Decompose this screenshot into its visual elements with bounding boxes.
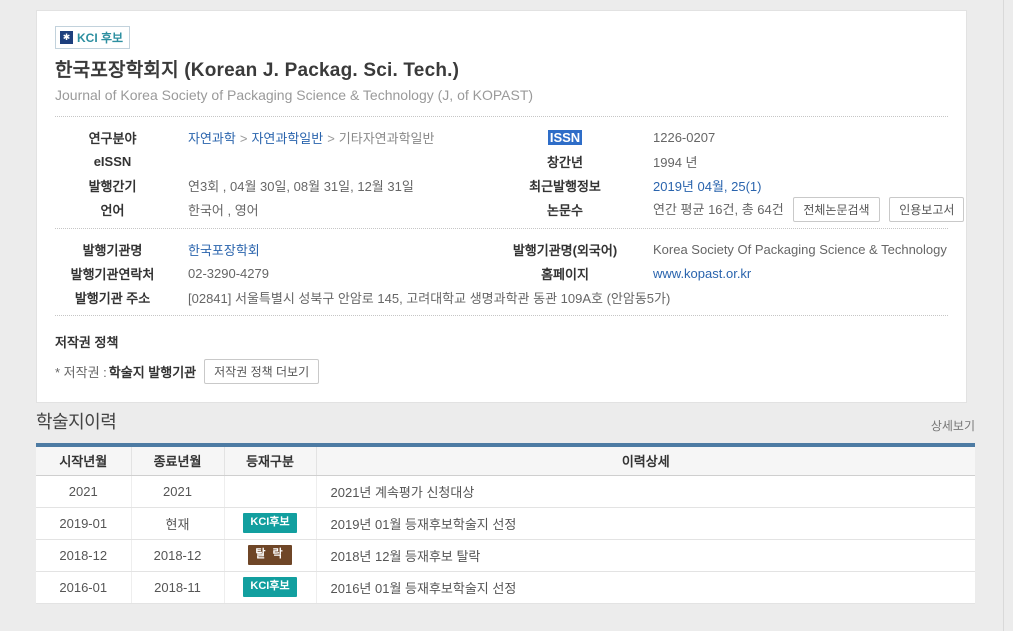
col-header-end: 종료년월 — [131, 445, 224, 475]
history-start: 2019-01 — [36, 507, 131, 539]
col-header-grade: 등재구분 — [224, 445, 316, 475]
research-field-value: 자연과학>자연과학일반>기타자연과학일반 — [170, 128, 495, 147]
copyright-policy-heading: 저작권 정책 — [55, 332, 948, 351]
history-row: 2018-12 2018-12 탈 락 2018년 12월 등재후보 탈락 — [36, 539, 975, 571]
journal-history-section: 학술지이력 상세보기 시작년월 종료년월 등재구분 이력상세 2021 2021… — [36, 408, 975, 604]
homepage-link[interactable]: www.kopast.or.kr — [653, 266, 751, 281]
article-count-text: 연간 평균 16건, 총 64건 — [653, 202, 784, 217]
history-detail: 2018년 12월 등재후보 탈락 — [316, 539, 975, 571]
recent-pub-link[interactable]: 2019년 04월, 25(1) — [653, 179, 761, 194]
kci-logo-icon: ✱ — [60, 31, 73, 44]
language-label: 언어 — [55, 200, 170, 219]
history-end: 현재 — [131, 507, 224, 539]
copyright-prefix: * 저작권 : — [55, 362, 107, 381]
divider-top — [55, 116, 948, 117]
research-field-link-2[interactable]: 자연과학일반 — [251, 131, 323, 146]
page-right-divider — [1003, 0, 1004, 631]
first-year-value: 1994 년 — [635, 152, 948, 171]
issn-label: ISSN — [495, 130, 635, 145]
publisher-label: 발행기관명 — [55, 240, 170, 259]
publisher-value: 한국포장학회 — [170, 240, 495, 259]
publisher-foreign-label: 발행기관명(외국어) — [495, 240, 635, 259]
recent-pub-value: 2019년 04월, 25(1) — [635, 176, 948, 195]
first-year-label: 창간년 — [495, 152, 635, 171]
history-detail: 2019년 01월 등재후보학술지 선정 — [316, 507, 975, 539]
row-research-field-issn: 연구분야 자연과학>자연과학일반>기타자연과학일반 ISSN 1226-0207 — [55, 125, 948, 149]
article-count-label: 논문수 — [495, 200, 635, 219]
row-eissn-firstyear: eISSN 창간년 1994 년 — [55, 149, 948, 173]
copyright-holder: 학술지 발행기관 — [109, 362, 196, 381]
col-header-start: 시작년월 — [36, 445, 131, 475]
row-address: 발행기관 주소 [02841] 서울특별시 성북구 안암로 145, 고려대학교… — [55, 285, 948, 309]
col-header-detail: 이력상세 — [316, 445, 975, 475]
publisher-link[interactable]: 한국포장학회 — [188, 243, 260, 258]
history-row: 2021 2021 2021년 계속평가 신청대상 — [36, 475, 975, 507]
history-grade: 탈 락 — [224, 539, 316, 571]
breadcrumb-separator: > — [327, 131, 335, 146]
history-header-row: 시작년월 종료년월 등재구분 이력상세 — [36, 445, 975, 475]
pub-interval-label: 발행간기 — [55, 176, 170, 195]
journal-info-card: ✱ KCI 후보 한국포장학회지 (Korean J. Packag. Sci.… — [36, 10, 967, 403]
row-publisher: 발행기관명 한국포장학회 발행기관명(외국어) Korea Society Of… — [55, 237, 948, 261]
history-grade: KCI후보 — [224, 571, 316, 603]
row-interval-recentpub: 발행간기 연3회 , 04월 30일, 08월 31일, 12월 31일 최근발… — [55, 173, 948, 197]
breadcrumb-separator: > — [240, 131, 248, 146]
kci-candidate-badge: ✱ KCI 후보 — [55, 26, 130, 49]
history-table: 시작년월 종료년월 등재구분 이력상세 2021 2021 2021년 계속평가… — [36, 443, 975, 604]
history-end: 2018-12 — [131, 539, 224, 571]
publisher-contact-label: 발행기관연락처 — [55, 264, 170, 283]
history-row: 2016-01 2018-11 KCI후보 2016년 01월 등재후보학술지 … — [36, 571, 975, 603]
issn-label-selected-text: ISSN — [548, 130, 582, 145]
divider-mid — [55, 228, 948, 229]
publisher-address-value: [02841] 서울특별시 성북구 안암로 145, 고려대학교 생명과학관 동… — [170, 288, 948, 307]
publisher-foreign-value: Korea Society Of Packaging Science & Tec… — [635, 242, 948, 257]
homepage-value: www.kopast.or.kr — [635, 266, 948, 281]
kci-candidate-tag: KCI후보 — [243, 513, 296, 532]
copyright-line: * 저작권 : 학술지 발행기관 저작권 정책 더보기 — [55, 359, 948, 384]
history-start: 2016-01 — [36, 571, 131, 603]
history-detail: 2021년 계속평가 신청대상 — [316, 475, 975, 507]
kci-candidate-tag: KCI후보 — [243, 577, 296, 596]
journal-title: 한국포장학회지 (Korean J. Packag. Sci. Tech.) — [55, 55, 948, 82]
history-start: 2018-12 — [36, 539, 131, 571]
row-contact-homepage: 발행기관연락처 02-3290-4279 홈페이지 www.kopast.or.… — [55, 261, 948, 285]
history-start: 2021 — [36, 475, 131, 507]
copyright-more-button[interactable]: 저작권 정책 더보기 — [204, 359, 319, 384]
issn-value: 1226-0207 — [635, 130, 948, 145]
row-language-articles: 언어 한국어 , 영어 논문수 연간 평균 16건, 총 64건 전체논문검색 … — [55, 197, 948, 222]
history-detail: 2016년 01월 등재후보학술지 선정 — [316, 571, 975, 603]
history-detail-link[interactable]: 상세보기 — [931, 417, 975, 434]
research-field-last: 기타자연과학일반 — [339, 131, 435, 146]
journal-subtitle: Journal of Korea Society of Packaging Sc… — [55, 87, 948, 103]
history-end: 2021 — [131, 475, 224, 507]
publisher-contact-value: 02-3290-4279 — [170, 266, 495, 281]
recent-pub-label: 최근발행정보 — [495, 176, 635, 195]
divider-bottom — [55, 315, 948, 316]
kci-badge-label: KCI 후보 — [77, 29, 123, 46]
history-grade — [224, 475, 316, 507]
eissn-label: eISSN — [55, 154, 170, 169]
history-section-title: 학술지이력 — [36, 408, 116, 434]
dropped-tag: 탈 락 — [248, 545, 291, 564]
publisher-address-label: 발행기관 주소 — [55, 288, 170, 307]
history-row: 2019-01 현재 KCI후보 2019년 01월 등재후보학술지 선정 — [36, 507, 975, 539]
research-field-link-1[interactable]: 자연과학 — [188, 131, 236, 146]
history-end: 2018-11 — [131, 571, 224, 603]
citation-report-button[interactable]: 인용보고서 — [889, 197, 964, 222]
search-all-articles-button[interactable]: 전체논문검색 — [793, 197, 879, 222]
article-count-value: 연간 평균 16건, 총 64건 전체논문검색 인용보고서 — [635, 197, 964, 222]
research-field-label: 연구분야 — [55, 128, 170, 147]
history-grade: KCI후보 — [224, 507, 316, 539]
pub-interval-value: 연3회 , 04월 30일, 08월 31일, 12월 31일 — [170, 176, 495, 195]
homepage-label: 홈페이지 — [495, 264, 635, 283]
language-value: 한국어 , 영어 — [170, 200, 495, 219]
